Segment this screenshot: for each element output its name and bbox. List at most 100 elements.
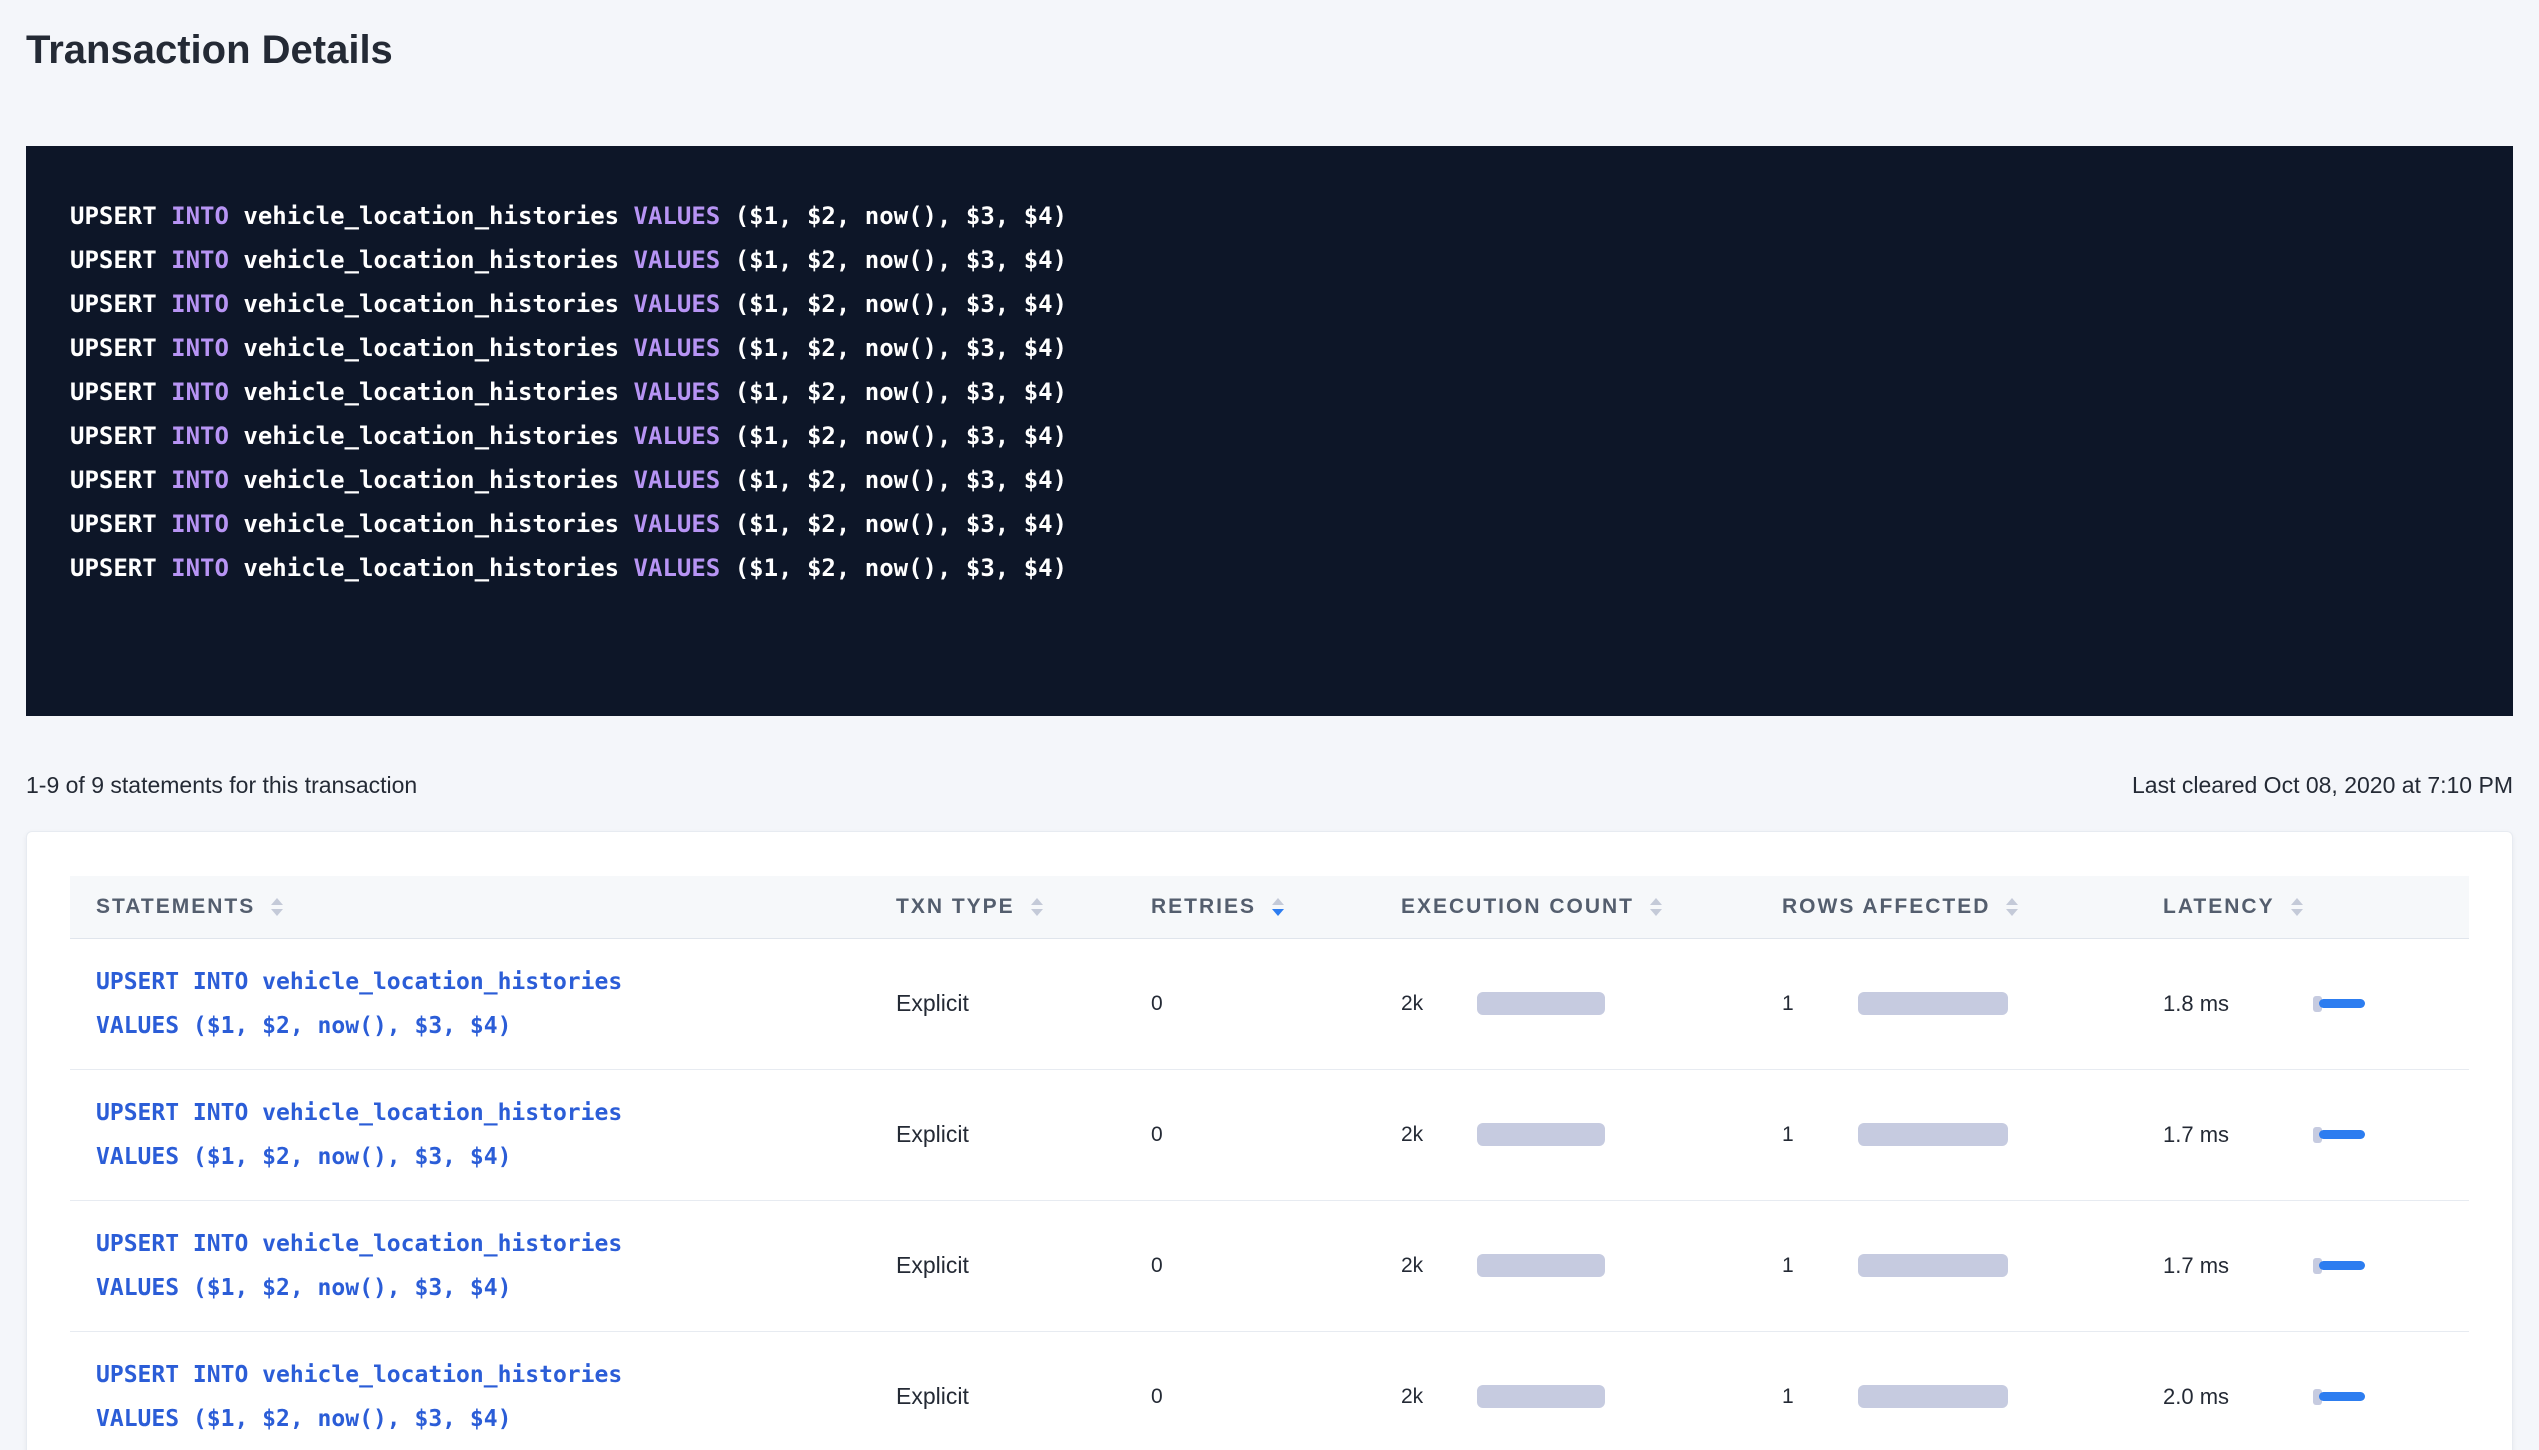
sql-keyword: INTO (171, 378, 243, 406)
sort-asc-icon[interactable] (1272, 898, 1284, 905)
sql-text: UPSERT (70, 246, 171, 274)
sql-keyword: VALUES (634, 510, 735, 538)
column-header-rows-affected[interactable]: ROWS AFFECTED (1756, 876, 2137, 938)
rows-affected-cell: 1 (1782, 1385, 2137, 1409)
sql-text: ($1, $2, now(), $3, $4) (735, 510, 1067, 538)
sort-carets-icon[interactable] (2291, 898, 2303, 916)
sql-text: vehicle_location_histories (243, 334, 633, 362)
rows-affected-bar (1858, 1123, 2008, 1146)
statement-link[interactable]: UPSERT INTO vehicle_location_histories V… (96, 1222, 622, 1310)
latency-bar-chart-icon (2313, 1389, 2365, 1405)
meta-row: 1-9 of 9 statements for this transaction… (26, 772, 2513, 799)
sql-text: UPSERT (70, 202, 171, 230)
execution-count-cell: 2k (1401, 1123, 1756, 1147)
latency-value: 1.7 ms (2163, 1253, 2313, 1279)
column-header-retries[interactable]: RETRIES (1125, 876, 1375, 938)
column-label: LATENCY (2163, 895, 2275, 919)
latency-bar-chart-icon (2313, 996, 2365, 1012)
sort-asc-icon[interactable] (1031, 898, 1043, 905)
latency-cell: 1.7 ms (2163, 1253, 2469, 1279)
statement-link[interactable]: UPSERT INTO vehicle_location_histories V… (96, 1091, 622, 1179)
execution-count-value: 2k (1401, 992, 1477, 1016)
transaction-details-page: Transaction Details UPSERT INTO vehicle_… (0, 26, 2539, 1450)
statements-summary: 1-9 of 9 statements for this transaction (26, 772, 417, 799)
rows-affected-bar (1858, 992, 2008, 1015)
sql-keyword: INTO (171, 510, 243, 538)
statement-line-2: VALUES ($1, $2, now(), $3, $4) (96, 1004, 622, 1048)
table-row: UPSERT INTO vehicle_location_histories V… (70, 1331, 2469, 1450)
txn-type-cell: Explicit (870, 1331, 1125, 1450)
column-header-txn-type[interactable]: TXN TYPE (870, 876, 1125, 938)
column-header-execution-count[interactable]: EXECUTION COUNT (1375, 876, 1756, 938)
txn-type-cell: Explicit (870, 1069, 1125, 1200)
sql-keyword: INTO (171, 290, 243, 318)
sort-carets-icon[interactable] (271, 898, 283, 916)
sql-keyword: INTO (171, 334, 243, 362)
sort-desc-icon[interactable] (1031, 909, 1043, 916)
sql-statement-line: UPSERT INTO vehicle_location_histories V… (70, 546, 2469, 590)
sort-desc-icon[interactable] (1650, 909, 1662, 916)
sort-carets-icon[interactable] (1031, 898, 1043, 916)
latency-bar-chart-icon (2313, 1258, 2365, 1274)
sql-text: UPSERT (70, 466, 171, 494)
column-header-latency[interactable]: LATENCY (2137, 876, 2469, 938)
retries-cell: 0 (1125, 938, 1375, 1069)
column-header-statements[interactable]: STATEMENTS (70, 876, 870, 938)
rows-affected-cell: 1 (1782, 1123, 2137, 1147)
execution-count-value: 2k (1401, 1254, 1477, 1278)
statement-link[interactable]: UPSERT INTO vehicle_location_histories V… (96, 960, 622, 1048)
sql-text: ($1, $2, now(), $3, $4) (735, 334, 1067, 362)
statements-table-card: STATEMENTS TXN TYPE RETRIES EXECUTION CO… (26, 831, 2513, 1450)
txn-type-cell: Explicit (870, 1200, 1125, 1331)
sort-desc-icon[interactable] (2006, 909, 2018, 916)
sql-keyword: INTO (171, 422, 243, 450)
page-title: Transaction Details (26, 26, 2513, 74)
column-label: EXECUTION COUNT (1401, 895, 1634, 919)
execution-count-value: 2k (1401, 1123, 1477, 1147)
execution-count-cell: 2k (1401, 1254, 1756, 1278)
sort-desc-icon[interactable] (1272, 909, 1284, 916)
sql-text: vehicle_location_histories (243, 554, 633, 582)
rows-affected-bar (1858, 1385, 2008, 1408)
statement-line-1: UPSERT INTO vehicle_location_histories (96, 1091, 622, 1135)
sort-carets-icon[interactable] (1272, 898, 1284, 916)
rows-affected-value: 1 (1782, 1254, 1858, 1278)
sql-keyword: VALUES (634, 202, 735, 230)
sql-statement-line: UPSERT INTO vehicle_location_histories V… (70, 238, 2469, 282)
statement-link[interactable]: UPSERT INTO vehicle_location_histories V… (96, 1353, 622, 1441)
statement-line-1: UPSERT INTO vehicle_location_histories (96, 1222, 622, 1266)
sort-carets-icon[interactable] (2006, 898, 2018, 916)
statement-line-1: UPSERT INTO vehicle_location_histories (96, 1353, 622, 1397)
column-label: TXN TYPE (896, 895, 1015, 919)
latency-bar (2319, 999, 2365, 1008)
sort-desc-icon[interactable] (271, 909, 283, 916)
sort-carets-icon[interactable] (1650, 898, 1662, 916)
sql-keyword: VALUES (634, 466, 735, 494)
rows-affected-cell: 1 (1782, 992, 2137, 1016)
sql-keyword: VALUES (634, 246, 735, 274)
table-row: UPSERT INTO vehicle_location_histories V… (70, 938, 2469, 1069)
execution-count-bar (1477, 992, 1605, 1015)
statement-line-1: UPSERT INTO vehicle_location_histories (96, 960, 622, 1004)
latency-cell: 1.8 ms (2163, 991, 2469, 1017)
table-row: UPSERT INTO vehicle_location_histories V… (70, 1200, 2469, 1331)
column-label: RETRIES (1151, 895, 1256, 919)
sql-statement-line: UPSERT INTO vehicle_location_histories V… (70, 326, 2469, 370)
sort-desc-icon[interactable] (2291, 909, 2303, 916)
statement-line-2: VALUES ($1, $2, now(), $3, $4) (96, 1135, 622, 1179)
sql-text: ($1, $2, now(), $3, $4) (735, 290, 1067, 318)
sql-keyword: INTO (171, 554, 243, 582)
sort-asc-icon[interactable] (2291, 898, 2303, 905)
latency-bar (2319, 1392, 2365, 1401)
sort-asc-icon[interactable] (1650, 898, 1662, 905)
table-header-row: STATEMENTS TXN TYPE RETRIES EXECUTION CO… (70, 876, 2469, 938)
rows-affected-cell: 1 (1782, 1254, 2137, 1278)
latency-value: 1.7 ms (2163, 1122, 2313, 1148)
transaction-sql-box: UPSERT INTO vehicle_location_histories V… (26, 146, 2513, 716)
latency-value: 1.8 ms (2163, 991, 2313, 1017)
sort-asc-icon[interactable] (271, 898, 283, 905)
sql-text: vehicle_location_histories (243, 246, 633, 274)
statement-line-2: VALUES ($1, $2, now(), $3, $4) (96, 1397, 622, 1441)
sql-text: ($1, $2, now(), $3, $4) (735, 422, 1067, 450)
sort-asc-icon[interactable] (2006, 898, 2018, 905)
